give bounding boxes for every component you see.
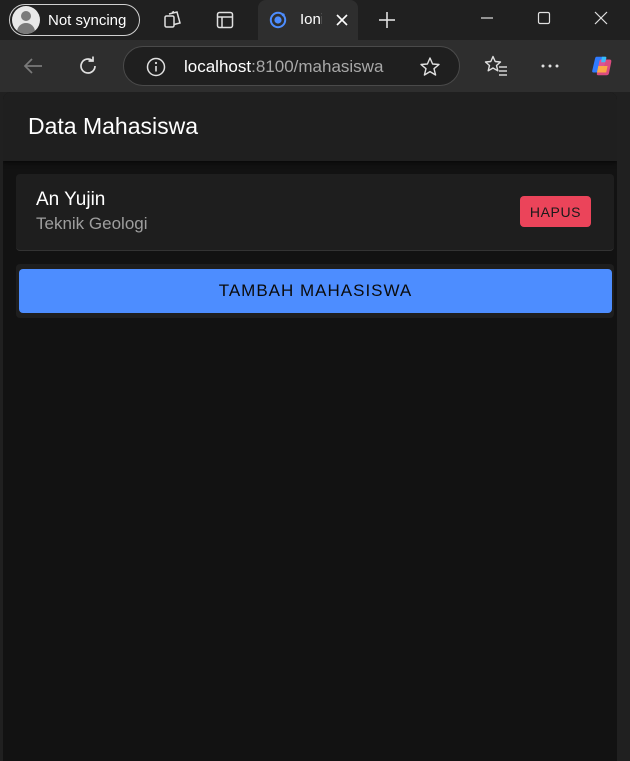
refresh-icon — [80, 56, 96, 74]
profile-button[interactable]: Not syncing — [9, 4, 140, 36]
favorites-list-icon — [484, 55, 507, 76]
tab-actions-icon[interactable] — [213, 8, 237, 32]
profile-label: Not syncing — [48, 11, 127, 29]
minimize-icon — [481, 17, 493, 19]
address-bar[interactable]: localhost:8100/mahasiswa — [123, 46, 460, 86]
add-student-container: TAMBAH MAHASISWA — [16, 264, 614, 318]
maximize-button[interactable] — [516, 0, 572, 36]
delete-student-button[interactable]: HAPUS — [520, 196, 591, 227]
url-host: localhost — [184, 57, 252, 76]
new-tab-icon[interactable] — [375, 8, 399, 32]
refresh-button[interactable] — [75, 53, 101, 79]
copilot-button[interactable] — [589, 53, 615, 79]
back-button[interactable] — [20, 53, 46, 79]
app-toolbar: Data Mahasiswa — [3, 92, 617, 161]
tab-strip: Not syncing Ionic App — [0, 0, 630, 40]
maximize-icon — [537, 11, 551, 25]
page-viewport: Data Mahasiswa An Yujin Teknik Geologi H… — [3, 92, 617, 761]
browser-toolbar: localhost:8100/mahasiswa — [0, 40, 630, 92]
favorites-button[interactable] — [483, 53, 509, 79]
ionic-favicon-icon — [269, 11, 287, 29]
workspaces-icon[interactable] — [161, 8, 185, 32]
close-icon — [594, 11, 608, 25]
close-window-button[interactable] — [573, 0, 629, 36]
site-info-icon[interactable] — [145, 56, 167, 78]
close-tab-icon[interactable] — [332, 10, 352, 30]
favorite-star-icon[interactable] — [418, 55, 442, 79]
back-arrow-icon — [23, 58, 42, 74]
student-name: An Yujin — [36, 189, 106, 210]
settings-more-button[interactable] — [537, 53, 563, 79]
add-student-button[interactable]: TAMBAH MAHASISWA — [19, 269, 612, 313]
page-title: Data Mahasiswa — [28, 113, 199, 139]
tab-ionic-app[interactable]: Ionic App — [258, 0, 358, 40]
copilot-icon — [592, 56, 612, 76]
student-department: Teknik Geologi — [36, 214, 148, 233]
profile-avatar-icon — [12, 6, 40, 34]
minimize-button[interactable] — [459, 0, 515, 36]
url-path: :8100/mahasiswa — [251, 57, 384, 76]
url-text: localhost:8100/mahasiswa — [184, 57, 383, 77]
more-dots-icon — [541, 64, 559, 68]
student-list-item: An Yujin Teknik Geologi HAPUS — [16, 174, 614, 251]
tab-title: Ionic App — [300, 11, 322, 28]
